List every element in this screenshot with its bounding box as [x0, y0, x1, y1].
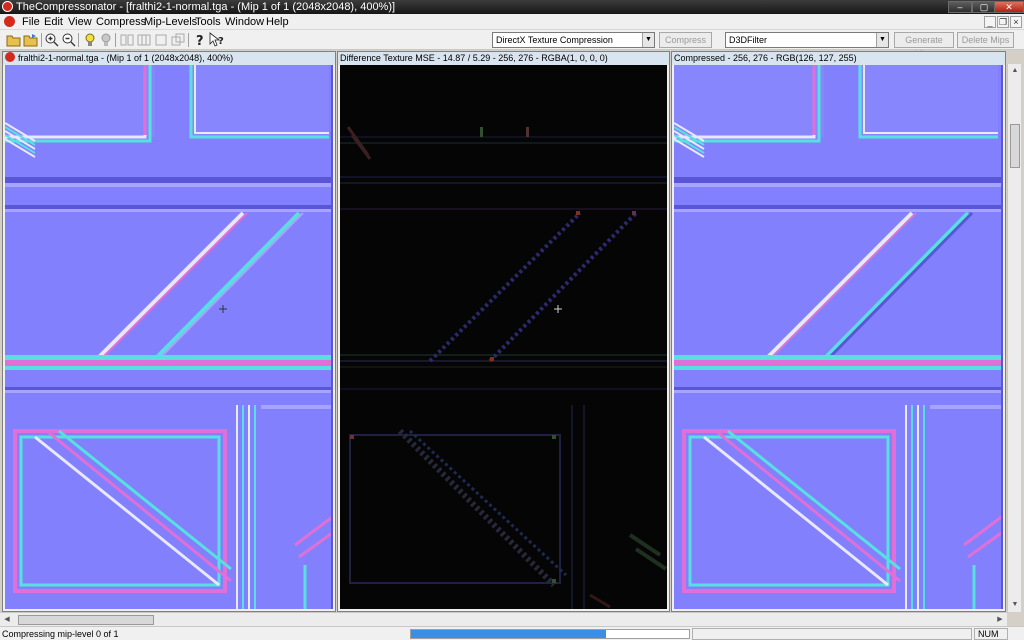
vertical-scroll-thumb[interactable]	[1010, 124, 1020, 168]
horizontal-scroll-thumb[interactable]	[18, 615, 154, 625]
chevron-down-icon: ▼	[876, 33, 888, 47]
compressed-texture-view[interactable]	[674, 65, 1003, 609]
zoom-out-icon[interactable]	[61, 32, 77, 48]
compress-button[interactable]: Compress	[659, 32, 712, 48]
zoom-in-icon[interactable]	[44, 32, 60, 48]
window-title: TheCompressonator - [fralthi2-1-normal.t…	[16, 1, 396, 13]
scroll-up-icon[interactable]: ▲	[1008, 64, 1022, 78]
title-bar: TheCompressonator - [fralthi2-1-normal.t…	[0, 0, 1024, 14]
lightbulb-icon[interactable]	[82, 32, 98, 48]
original-texture-view[interactable]	[5, 65, 333, 609]
compressed-pane-caption: Compressed - 256, 276 - RGB(126, 127, 25…	[672, 52, 1005, 65]
menu-window[interactable]: Window	[225, 14, 264, 30]
scroll-down-icon[interactable]: ▼	[1008, 598, 1022, 612]
mdi-minimize-button[interactable]: _	[984, 16, 996, 28]
menu-edit[interactable]: Edit	[44, 14, 63, 30]
difference-texture-pane[interactable]: Difference Texture MSE - 14.87 / 5.29 - …	[337, 51, 670, 612]
view-triple-icon	[136, 32, 152, 48]
menu-file[interactable]: File	[22, 14, 40, 30]
menu-bar: File Edit View Compress Mip-Levels Tools…	[0, 14, 1024, 30]
close-icon[interactable]	[5, 52, 15, 62]
menu-view[interactable]: View	[68, 14, 92, 30]
mdi-close-button[interactable]: ×	[1010, 16, 1022, 28]
app-icon[interactable]	[2, 1, 13, 12]
menu-compress[interactable]: Compress	[96, 14, 146, 30]
difference-pane-caption: Difference Texture MSE - 14.87 / 5.29 - …	[338, 52, 669, 65]
view-split-icon	[119, 32, 135, 48]
toolbar-separator	[78, 33, 79, 47]
delete-mips-button[interactable]: Delete Mips	[957, 32, 1014, 48]
close-button[interactable]: ✕	[994, 1, 1024, 13]
compression-type-value: DirectX Texture Compression	[496, 35, 613, 45]
toolbar: ? ? DirectX Texture Compression ▼ Compre…	[0, 30, 1024, 59]
minimize-button[interactable]: –	[948, 1, 972, 13]
original-caption-text: fralthi2-1-normal.tga - (Mip 1 of 1 (204…	[18, 53, 234, 63]
original-texture-pane[interactable]: fralthi2-1-normal.tga - (Mip 1 of 1 (204…	[2, 51, 336, 612]
open-folder-icon[interactable]	[6, 32, 22, 48]
toolbar-separator	[188, 33, 189, 47]
original-pane-caption: fralthi2-1-normal.tga - (Mip 1 of 1 (204…	[3, 52, 335, 65]
horizontal-scrollbar[interactable]: ◀ ▶	[0, 612, 1007, 626]
compression-type-select[interactable]: DirectX Texture Compression ▼	[492, 32, 655, 48]
filter-value: D3DFilter	[729, 35, 768, 45]
document-icon[interactable]	[4, 16, 15, 27]
context-help-icon[interactable]: ?	[209, 32, 225, 48]
chevron-down-icon: ▼	[642, 33, 654, 47]
progress-fill	[411, 630, 606, 638]
view-overlap-icon	[170, 32, 186, 48]
toolbar-separator	[115, 33, 116, 47]
menu-help[interactable]: Help	[266, 14, 289, 30]
maximize-button[interactable]: ▢	[972, 1, 996, 13]
filter-select[interactable]: D3DFilter ▼	[725, 32, 889, 48]
help-icon[interactable]: ?	[192, 32, 208, 49]
generate-mips-button[interactable]: Generate Mips	[894, 32, 954, 59]
scroll-left-icon[interactable]: ◀	[0, 613, 14, 627]
status-message: Compressing mip-level 0 of 1	[2, 629, 119, 639]
svg-text:?: ?	[196, 34, 204, 48]
menu-tools[interactable]: Tools	[195, 14, 221, 30]
vertical-scrollbar[interactable]: ▲ ▼	[1007, 64, 1021, 612]
scroll-right-icon[interactable]: ▶	[993, 613, 1007, 627]
compression-progress-bar	[410, 629, 690, 639]
open-compressed-icon[interactable]	[23, 32, 39, 48]
difference-texture-view[interactable]	[340, 65, 667, 609]
num-lock-indicator: NUM	[974, 628, 1008, 640]
compressed-texture-pane[interactable]: Compressed - 256, 276 - RGB(126, 127, 25…	[671, 51, 1006, 612]
menu-mip-levels[interactable]: Mip-Levels	[144, 14, 197, 30]
mdi-restore-button[interactable]: ❐	[997, 16, 1009, 28]
view-single-icon	[153, 32, 169, 48]
lightbulb-off-icon	[98, 32, 114, 48]
status-bar: Compressing mip-level 0 of 1 NUM	[0, 626, 1024, 640]
toolbar-separator	[41, 33, 42, 47]
svg-text:?: ?	[218, 36, 224, 47]
status-cell	[692, 628, 972, 640]
